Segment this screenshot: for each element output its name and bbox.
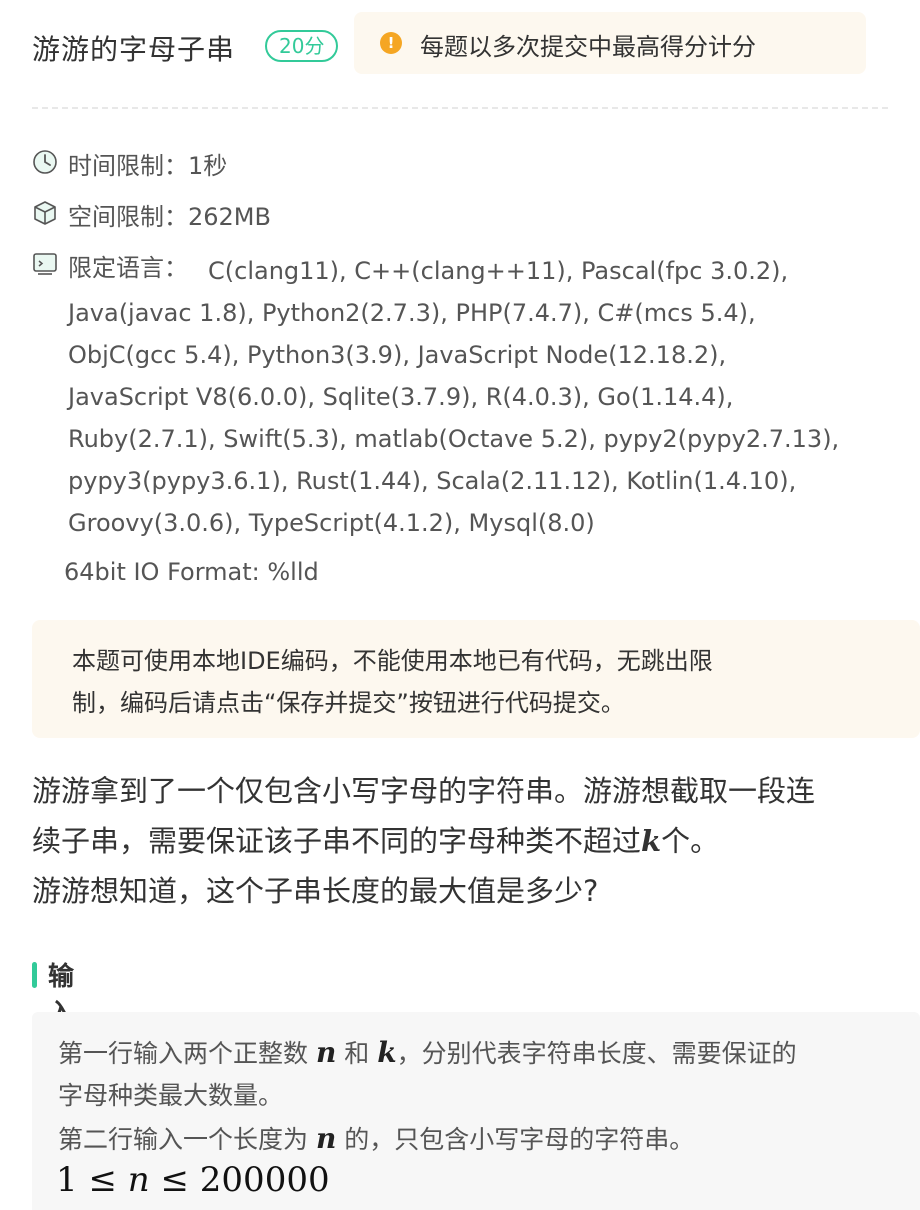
math-var-n: n [315,1122,337,1155]
section-accent-bar [32,962,37,988]
header-divider [32,107,888,109]
problem-title: 游游的字母子串 [32,33,236,66]
io-format: 64bit IO Format: %lld [64,558,319,586]
constraint-formula: 1 ≤ n ≤ 200000 [56,1160,330,1200]
warning-icon: ! [380,32,402,54]
constraint-op: ≤ [88,1160,117,1200]
description-line: 游游想知道，这个子串长度的最大值是多少? [32,874,599,908]
time-limit-value: 1秒 [188,152,228,180]
math-var-k: k [377,1036,397,1069]
ide-notice-line: 本题可使用本地IDE编码，不能使用本地已有代码，无跳出限 [72,647,713,675]
description-text: 续子串，需要保证该子串不同的字母种类不超过 [32,824,642,858]
problem-description: 游游拿到了一个仅包含小写字母的字符串。游游想截取一段连 续子串，需要保证该子串不… [32,766,902,916]
input-text: 第二行输入一个长度为 [58,1125,316,1154]
language-line: pypy3(pypy3.6.1), Rust(1.44), Scala(2.11… [68,467,797,495]
memory-limit-value: 262MB [188,203,271,231]
constraint-upper: 200000 [199,1160,330,1200]
scoring-notice-text: 每题以多次提交中最高得分计分 [420,33,756,61]
constraint-var: n [127,1160,150,1200]
input-text: 的，只包含小写字母的字符串。 [336,1125,695,1154]
description-text: 个。 [661,824,720,858]
scoring-notice: ! 每题以多次提交中最高得分计分 [354,12,866,74]
memory-limit-label: 空间限制： [68,203,188,231]
code-window-icon [33,253,57,275]
language-line: Groovy(3.0.6), TypeScript(4.1.2), Mysql(… [68,509,595,537]
input-text: 和 [336,1039,378,1068]
constraint-lower: 1 [56,1160,78,1200]
math-var-n: n [315,1036,337,1069]
language-line: Java(javac 1.8), Python2(2.7.3), PHP(7.4… [68,299,756,327]
input-line-1: 第一行输入两个正整数 n 和 k，分别代表字符串长度、需要保证的 [58,1034,797,1070]
ide-notice: 本题可使用本地IDE编码，不能使用本地已有代码，无跳出限 制，编码后请点击“保存… [32,620,920,738]
description-line: 游游拿到了一个仅包含小写字母的字符串。游游想截取一段连 [32,774,816,808]
constraint-op: ≤ [160,1160,189,1200]
language-line: C(clang11), C++(clang++11), Pascal(fpc 3… [208,257,789,285]
math-var-k: k [641,824,662,858]
problem-header: 游游的字母子串 20分 ! 每题以多次提交中最高得分计分 [32,12,920,74]
language-line: Ruby(2.7.1), Swift(5.3), matlab(Octave 5… [68,425,840,453]
cube-icon [34,201,56,225]
input-line-2: 字母种类最大数量。 [58,1081,284,1110]
input-text: ，分别代表字符串长度、需要保证的 [396,1039,797,1068]
input-description-box: 第一行输入两个正整数 n 和 k，分别代表字符串长度、需要保证的 字母种类最大数… [32,1012,920,1210]
clock-icon [33,150,57,174]
description-line: 续子串，需要保证该子串不同的字母种类不超过k个。 [32,816,902,866]
ide-notice-line: 制，编码后请点击“保存并提交”按钮进行代码提交。 [72,689,625,717]
language-list: C(clang11), C++(clang++11), Pascal(fpc 3… [68,250,898,544]
language-line: JavaScript V8(6.0.0), Sqlite(3.7.9), R(4… [68,383,734,411]
time-limit-label: 时间限制： [68,152,188,180]
input-line-3: 第二行输入一个长度为 n 的，只包含小写字母的字符串。 [58,1120,694,1156]
score-badge: 20分 [265,30,339,62]
input-text: 第一行输入两个正整数 [58,1039,316,1068]
language-line: ObjC(gcc 5.4), Python3(3.9), JavaScript … [68,341,727,369]
